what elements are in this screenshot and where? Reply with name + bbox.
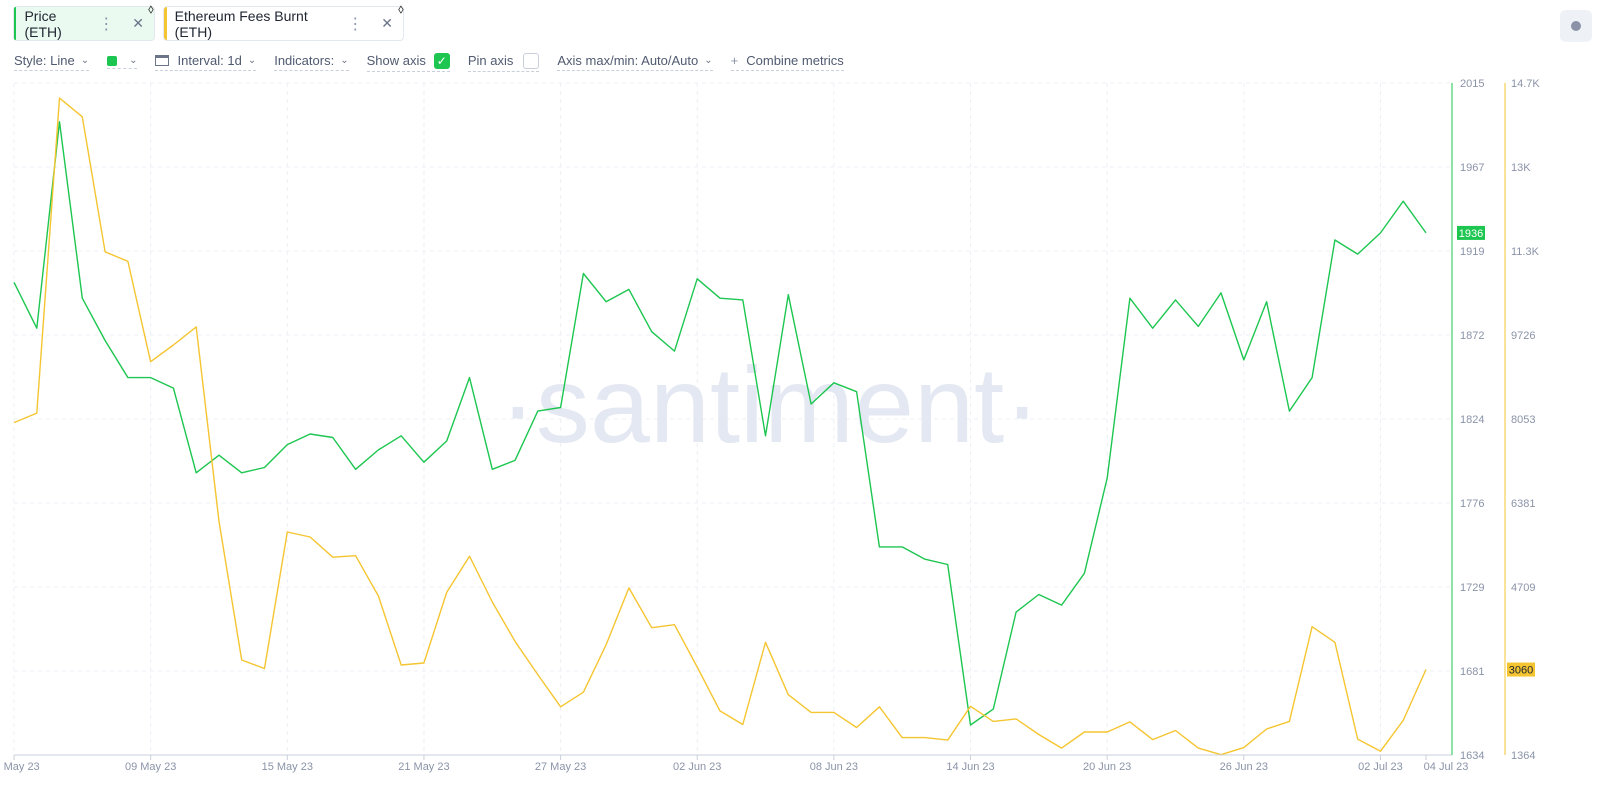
y-left-tick-label: 1824 xyxy=(1460,414,1484,426)
x-tick-label: 15 May 23 xyxy=(262,761,313,773)
y-right-tick-label: 8053 xyxy=(1511,414,1535,426)
x-tick-label: 27 May 23 xyxy=(535,761,586,773)
x-tick-label: 14 Jun 23 xyxy=(946,761,994,773)
fees-last-value-label: 3060 xyxy=(1509,665,1533,677)
y-left-tick-label: 2015 xyxy=(1460,78,1484,90)
x-tick-label: 20 Jun 23 xyxy=(1083,761,1131,773)
y-left-tick-label: 1872 xyxy=(1460,330,1484,342)
x-tick-label: 08 Jun 23 xyxy=(810,761,858,773)
x-tick-label: 03 May 23 xyxy=(0,761,40,773)
x-tick-label: 26 Jun 23 xyxy=(1220,761,1268,773)
y-right-tick-label: 6381 xyxy=(1511,498,1535,510)
y-left-tick-label: 1967 xyxy=(1460,162,1484,174)
y-right-tick-label: 4709 xyxy=(1511,582,1535,594)
y-left-tick-label: 1919 xyxy=(1460,246,1484,258)
x-tick-label: 09 May 23 xyxy=(125,761,176,773)
y-left-tick-label: 1681 xyxy=(1460,666,1484,678)
y-right-tick-label: 9726 xyxy=(1511,330,1535,342)
y-right-tick-label: 14.7K xyxy=(1511,78,1540,90)
y-right-tick-label: 11.3K xyxy=(1511,246,1540,258)
y-left-tick-label: 1729 xyxy=(1460,582,1484,594)
x-tick-label: 02 Jun 23 xyxy=(673,761,721,773)
chart-area[interactable]: ·santiment· 2015 14.7K1967 13K1919 11.3K187… xyxy=(0,0,1600,798)
x-tick-label: 02 Jul 23 xyxy=(1358,761,1403,773)
y-right-tick-label: 13K xyxy=(1511,162,1531,174)
y-left-tick-label: 1776 xyxy=(1460,498,1484,510)
y-right-tick-label: 1364 xyxy=(1511,750,1535,762)
x-tick-label: 04 Jul 23 xyxy=(1424,761,1469,773)
price-last-value-label: 1936 xyxy=(1459,228,1483,240)
x-tick-label: 21 May 23 xyxy=(398,761,449,773)
